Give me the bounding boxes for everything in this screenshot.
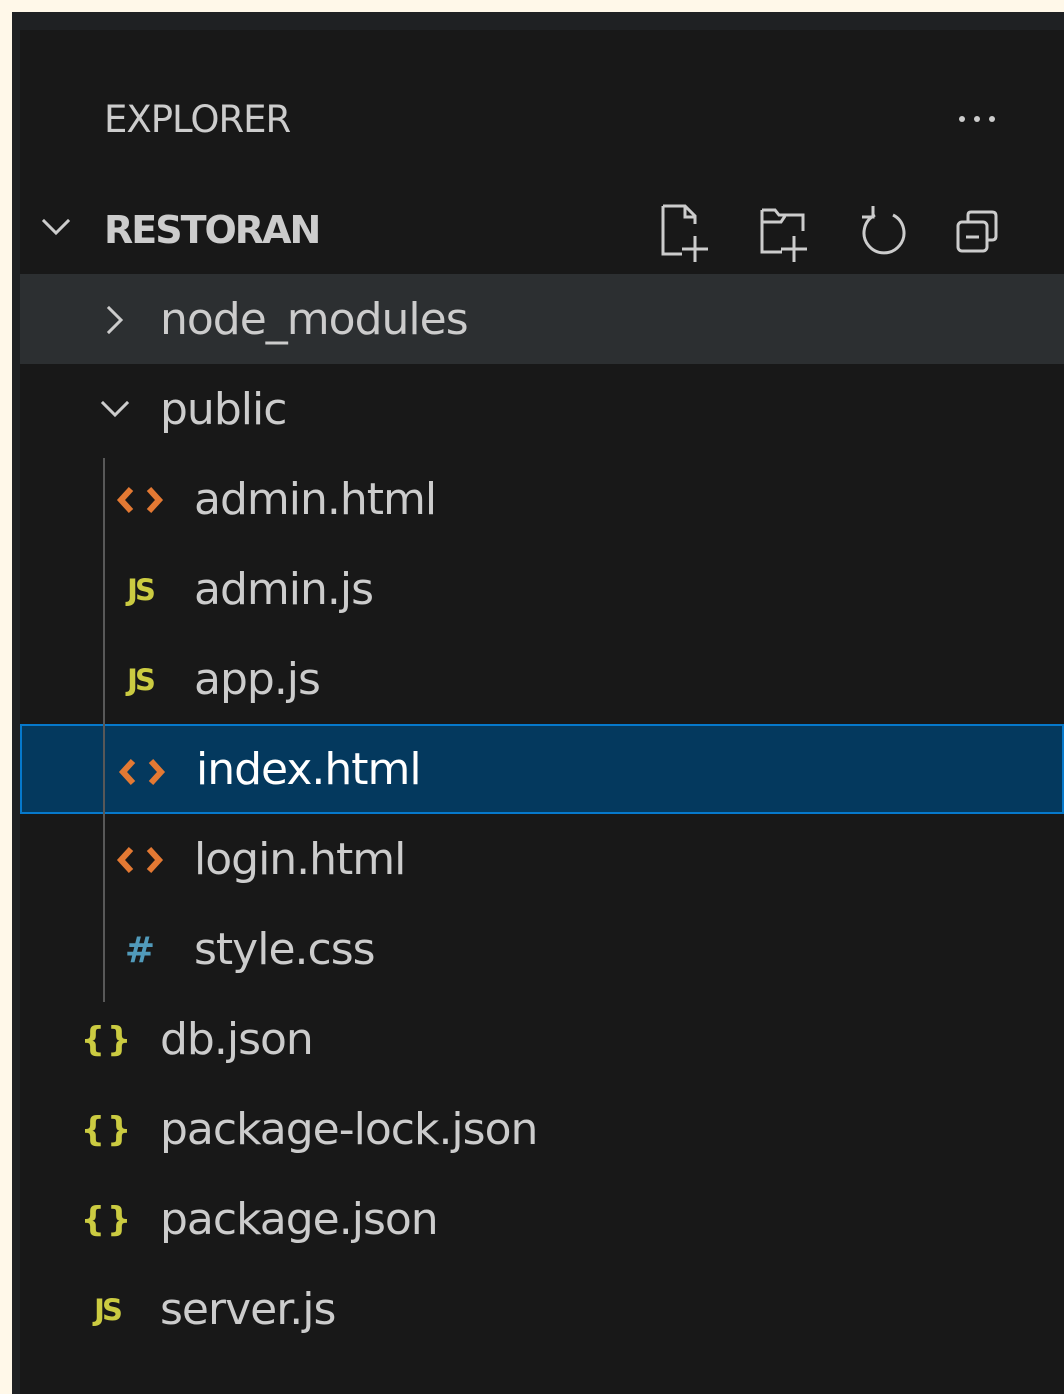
- project-name: RESTORAN: [104, 208, 321, 252]
- chevron-down-icon: [41, 218, 71, 236]
- javascript-file-icon: JS: [94, 1293, 123, 1327]
- html-file-icon: [114, 836, 166, 884]
- folder-name: public: [160, 384, 287, 435]
- javascript-file-icon: JS: [127, 663, 156, 697]
- explorer-title: EXPLORER: [104, 98, 291, 141]
- new-file-button[interactable]: [648, 197, 724, 267]
- explorer-header: EXPLORER: [20, 80, 1064, 160]
- file-name: package.json: [160, 1194, 439, 1245]
- file-name: admin.js: [194, 564, 374, 615]
- file-row-index-html[interactable]: index.html: [20, 724, 1064, 814]
- file-row-server-js[interactable]: JS server.js: [20, 1264, 1064, 1354]
- ellipsis-icon: [959, 116, 965, 122]
- javascript-file-icon: JS: [127, 573, 156, 607]
- new-folder-icon: [760, 208, 807, 262]
- project-header[interactable]: RESTORAN: [20, 190, 1064, 272]
- file-row-style-css[interactable]: # style.css: [20, 904, 1064, 994]
- collapse-all-icon: [956, 210, 998, 253]
- file-row-admin-html[interactable]: admin.html: [20, 454, 1064, 544]
- file-name: login.html: [194, 834, 406, 885]
- folder-row-node-modules[interactable]: node_modules: [20, 274, 1064, 364]
- new-file-icon: [661, 204, 708, 262]
- html-file-icon: [114, 476, 166, 524]
- css-file-icon: #: [124, 929, 156, 971]
- folder-row-public[interactable]: public: [20, 364, 1064, 454]
- file-row-package-lock-json[interactable]: {} package-lock.json: [20, 1084, 1064, 1174]
- chevron-down-icon: [100, 400, 130, 418]
- explorer-panel: EXPLORER RESTORAN node_modules public ad…: [20, 30, 1064, 1394]
- file-name: server.js: [160, 1284, 336, 1335]
- explorer-toolbar: [648, 197, 1028, 267]
- file-row-login-html[interactable]: login.html: [20, 814, 1064, 904]
- refresh-icon: [862, 206, 906, 255]
- file-row-admin-js[interactable]: JS admin.js: [20, 544, 1064, 634]
- window-frame: EXPLORER RESTORAN node_modules public ad…: [12, 12, 1064, 1394]
- file-row-db-json[interactable]: {} db.json: [20, 994, 1064, 1084]
- json-file-icon: {}: [80, 1110, 134, 1150]
- folder-name: node_modules: [160, 294, 469, 345]
- refresh-button[interactable]: [845, 197, 921, 267]
- json-file-icon: {}: [80, 1020, 134, 1060]
- html-file-icon: [116, 748, 168, 796]
- file-tree: node_modules public admin.html JS admin.…: [20, 274, 1064, 1354]
- file-row-package-json[interactable]: {} package.json: [20, 1174, 1064, 1264]
- collapse-folders-button[interactable]: [943, 197, 1019, 267]
- more-actions-button[interactable]: [944, 92, 1010, 146]
- ellipsis-icon: [989, 116, 995, 122]
- indent-guide: [103, 458, 105, 1002]
- file-name: index.html: [196, 744, 422, 795]
- new-folder-button[interactable]: [746, 197, 822, 267]
- json-file-icon: {}: [80, 1200, 134, 1240]
- ellipsis-icon: [974, 116, 980, 122]
- file-name: admin.html: [194, 474, 437, 525]
- file-name: style.css: [194, 924, 376, 975]
- file-name: package-lock.json: [160, 1104, 538, 1155]
- file-row-app-js[interactable]: JS app.js: [20, 634, 1064, 724]
- chevron-right-icon: [106, 305, 124, 335]
- file-name: app.js: [194, 654, 321, 705]
- file-name: db.json: [160, 1014, 314, 1065]
